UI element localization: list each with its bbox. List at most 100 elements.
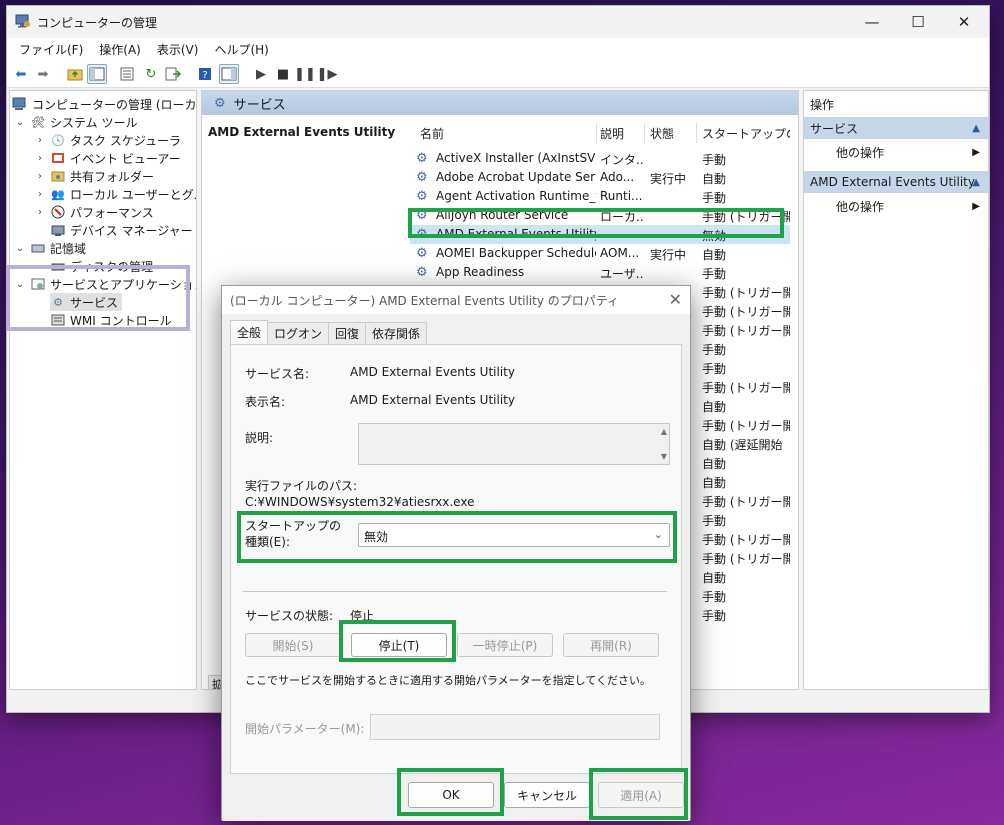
forward-button[interactable]: ➡: [33, 64, 53, 84]
tree-item-services-applications[interactable]: ⌄ サービスとアプリケーション: [14, 275, 196, 293]
stop-button[interactable]: 停止(T): [351, 633, 447, 657]
column-header-status[interactable]: 状態: [650, 125, 674, 142]
menu-file[interactable]: ファイル(F): [11, 41, 91, 58]
gear-icon: ⚙: [53, 295, 63, 309]
start-parameter-input[interactable]: [370, 714, 660, 740]
startup-type-select[interactable]: 無効 ⌄: [358, 523, 670, 547]
column-separator[interactable]: [596, 123, 597, 143]
column-header-name[interactable]: 名前: [420, 125, 444, 142]
tree-item-label: システム ツール: [50, 115, 138, 130]
table-row[interactable]: ⚙ Agent Activation Runtime_f... Runti... 手動: [410, 187, 790, 206]
description-box[interactable]: ▲ ▼: [358, 423, 670, 465]
service-name-cell: AOMEI Backupper Schedule...: [436, 246, 596, 260]
tree-item-label: イベント ビューアー: [70, 151, 181, 166]
table-row[interactable]: ⚙ Adobe Acrobat Update Serv... Ado... 実行中 自動: [410, 168, 790, 187]
tab-logon[interactable]: ログオン: [267, 322, 330, 344]
chevron-right-icon[interactable]: ›: [34, 135, 46, 146]
show-action-pane-button[interactable]: [219, 64, 239, 84]
table-row[interactable]: ⚙ App Readiness ユーザ... 手動: [410, 263, 790, 282]
chevron-down-icon[interactable]: ⌄: [14, 243, 26, 254]
tree-item-label: ローカル ユーザーとグループ: [70, 187, 196, 202]
service-description-cell: Ado...: [600, 170, 635, 184]
tree-item-task-scheduler[interactable]: › 🕓 タスク スケジューラ: [34, 131, 181, 149]
collapse-up-icon[interactable]: ▲: [972, 123, 980, 134]
maximize-button[interactable]: ☐: [895, 6, 941, 38]
table-row[interactable]: ⚙ ActiveX Installer (AxInstSV) インタ... 手動: [410, 149, 790, 168]
tree-item-wmi-control[interactable]: WMI コントロール: [50, 311, 172, 329]
apply-button[interactable]: 適用(A): [598, 782, 684, 808]
up-folder-button[interactable]: [65, 64, 85, 84]
chevron-right-icon[interactable]: ›: [34, 153, 46, 164]
table-row[interactable]: ⚙ AllJoyn Router Service ローカ... 手動 (トリガー開: [410, 206, 790, 225]
menu-action[interactable]: 操作(A): [91, 41, 149, 58]
start-button[interactable]: 開始(S): [245, 633, 341, 657]
restart-service-button[interactable]: ❚▶: [317, 64, 338, 84]
service-startup-cell: 手動: [702, 343, 727, 357]
tab-recovery[interactable]: 回復: [328, 322, 367, 344]
tree-item-storage[interactable]: ⌄ 記憶域: [14, 239, 86, 257]
properties-list-button[interactable]: [117, 64, 137, 84]
service-name-value: AMD External Events Utility: [350, 365, 515, 379]
executable-path-label: 実行ファイルのパス:: [245, 479, 358, 493]
close-button[interactable]: ✕: [941, 6, 987, 38]
collapse-up-icon[interactable]: ▲: [972, 177, 980, 188]
column-header-startup[interactable]: スタートアップの種類: [702, 125, 790, 142]
tree-item-computer-management[interactable]: コンピューターの管理 (ローカル): [12, 95, 196, 113]
chevron-right-icon[interactable]: ›: [34, 207, 46, 218]
tree-item-event-viewer[interactable]: › イベント ビューアー: [34, 149, 181, 167]
column-separator[interactable]: [696, 123, 697, 143]
service-startup-cell: 手動: [702, 514, 727, 528]
resume-button[interactable]: 再開(R): [563, 633, 659, 657]
service-startup-cell: 手動 (トリガー開: [702, 495, 790, 509]
tree-item-local-users-groups[interactable]: › 👥 ローカル ユーザーとグループ: [34, 185, 196, 203]
scroll-down-icon[interactable]: ▼: [661, 452, 667, 461]
gear-icon: ⚙: [416, 208, 428, 223]
dialog-close-button[interactable]: ✕: [669, 290, 682, 309]
tab-general[interactable]: 全般: [230, 320, 269, 344]
stop-service-button[interactable]: ■: [273, 64, 293, 84]
chevron-down-icon[interactable]: ⌄: [14, 279, 26, 290]
gear-icon: ⚙: [416, 265, 428, 280]
table-row[interactable]: ⚙ AOMEI Backupper Schedule... AOM... 実行中 自動: [410, 244, 790, 263]
tree-item-device-manager[interactable]: デバイス マネージャー: [50, 221, 193, 239]
chevron-right-icon[interactable]: ›: [34, 171, 46, 182]
actions-section-services[interactable]: サービス ▲: [804, 117, 988, 139]
actions-more-1[interactable]: 他の操作 ▶: [804, 141, 988, 163]
scroll-up-icon[interactable]: ▲: [661, 427, 667, 436]
table-row[interactable]: ⚙ AMD External Events Utility 無効: [410, 225, 790, 244]
tree-item-performance[interactable]: › パフォーマンス: [34, 203, 154, 221]
minimize-button[interactable]: —: [849, 6, 895, 38]
tree-item-services[interactable]: ⚙ サービス: [50, 293, 123, 311]
pause-service-button[interactable]: ❚❚: [294, 64, 316, 84]
menu-view[interactable]: 表示(V): [149, 41, 207, 58]
service-description-cell: ローカ...: [600, 210, 644, 224]
cancel-button[interactable]: キャンセル: [504, 782, 590, 808]
column-header-description[interactable]: 説明: [600, 125, 624, 142]
ok-button[interactable]: OK: [408, 782, 494, 808]
disk-icon: [50, 259, 66, 273]
service-startup-cell: 手動: [702, 191, 727, 205]
actions-more-2[interactable]: 他の操作 ▶: [804, 195, 988, 217]
close-icon: ✕: [957, 13, 971, 31]
tree-item-disk-management[interactable]: ディスクの管理: [50, 257, 153, 275]
gear-icon: ⚙: [416, 189, 428, 204]
column-separator[interactable]: [644, 123, 645, 143]
service-startup-cell: 手動: [702, 267, 727, 281]
start-service-button[interactable]: ▶: [251, 64, 271, 84]
tree-item-system-tools[interactable]: ⌄ 🛠 システム ツール: [14, 113, 138, 131]
menu-help[interactable]: ヘルプ(H): [206, 41, 276, 58]
maximize-icon: ☐: [911, 13, 925, 31]
export-list-button[interactable]: [163, 64, 183, 84]
show-hide-tree-button[interactable]: [87, 64, 107, 84]
pause-button[interactable]: 一時停止(P): [457, 633, 553, 657]
tree-item-shared-folders[interactable]: › 共有フォルダー: [34, 167, 154, 185]
refresh-button[interactable]: ↻: [141, 64, 161, 84]
back-button[interactable]: ⬅: [11, 64, 31, 84]
help-button[interactable]: ?: [195, 64, 215, 84]
chevron-right-icon[interactable]: ›: [34, 189, 46, 200]
actions-section-selected[interactable]: AMD External Events Utility ▲: [804, 171, 988, 193]
general-tab-page: サービス名: AMD External Events Utility 表示名: …: [230, 344, 682, 774]
tab-dependencies[interactable]: 依存関係: [365, 322, 428, 344]
properties-dialog: (ローカル コンピューター) AMD External Events Utili…: [221, 285, 691, 821]
chevron-down-icon[interactable]: ⌄: [14, 117, 26, 128]
